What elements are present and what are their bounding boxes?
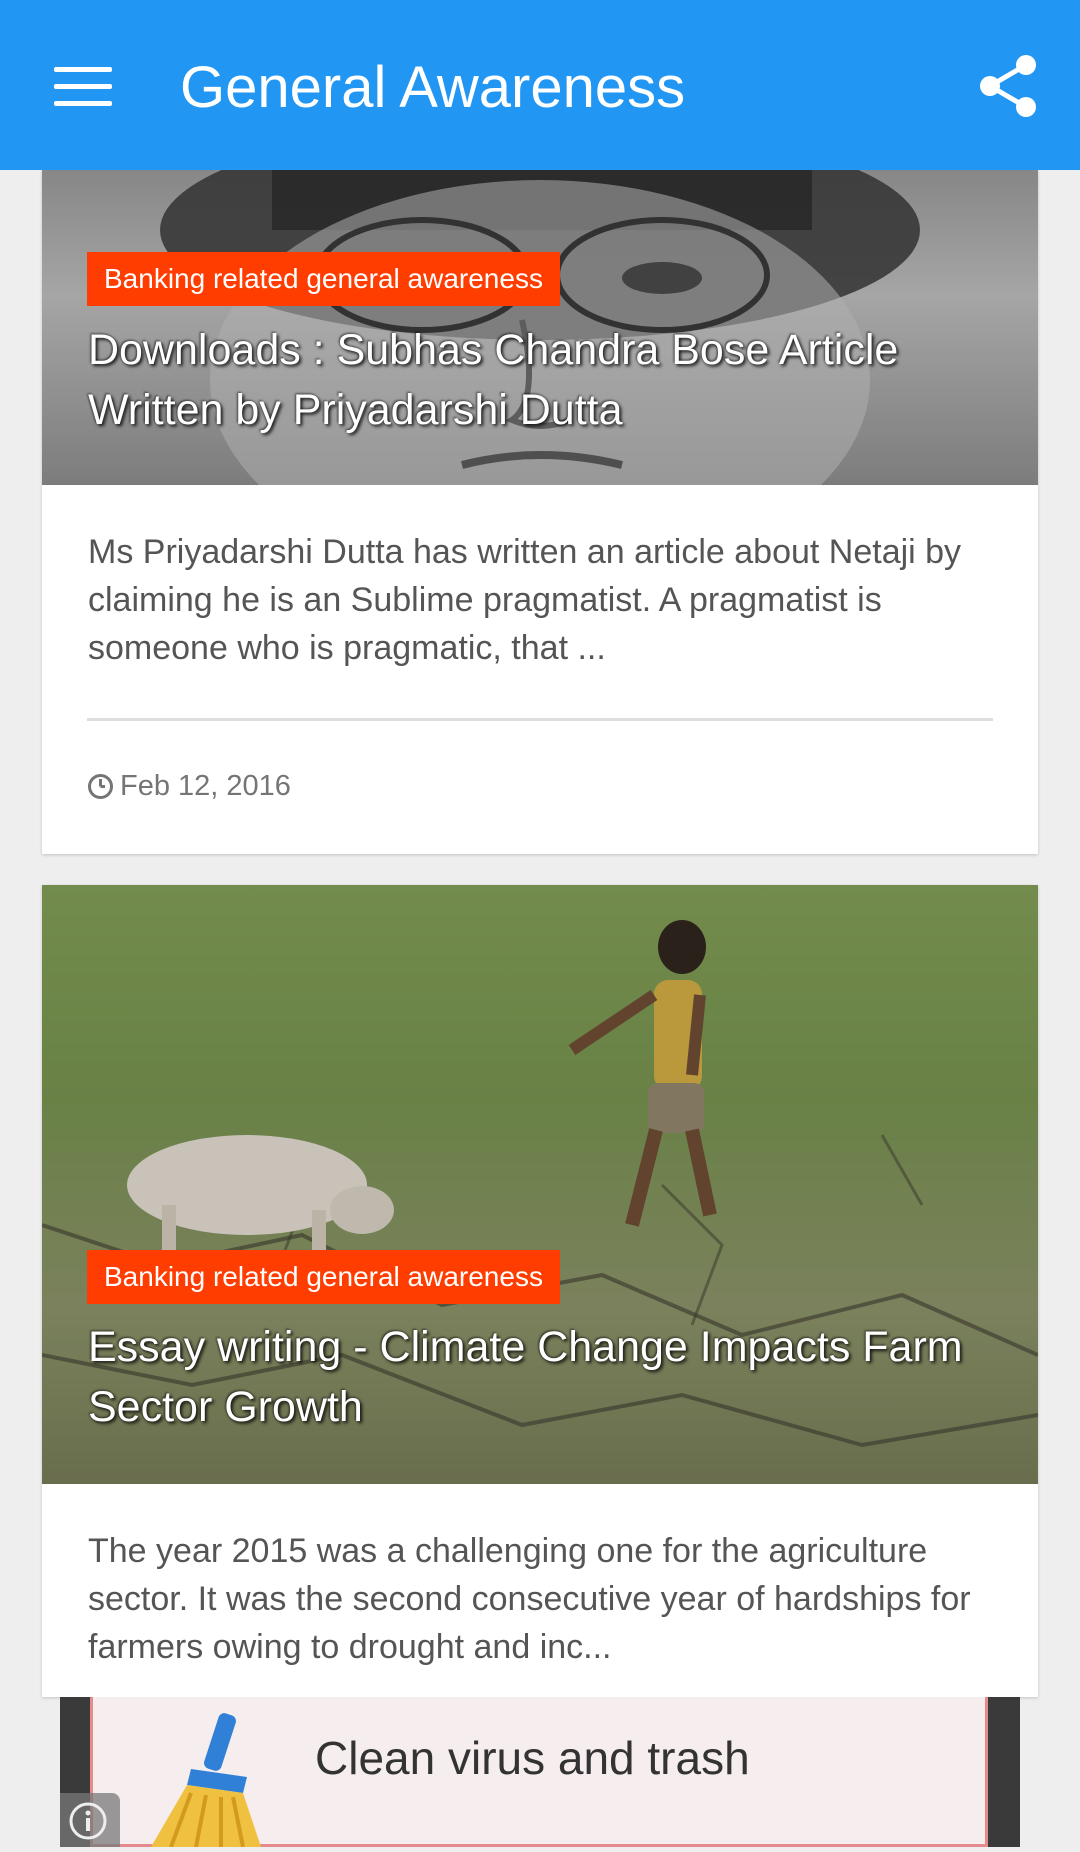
post-date: Feb 12, 2016 — [120, 769, 291, 802]
menu-icon[interactable] — [54, 64, 112, 108]
post-title[interactable]: Downloads : Subhas Chandra Bose Article … — [88, 320, 1008, 440]
category-badge[interactable]: Banking related general awareness — [87, 1250, 560, 1304]
post-thumbnail[interactable]: Banking related general awareness Downlo… — [42, 170, 1038, 485]
post-thumbnail[interactable]: Banking related general awareness Essay … — [42, 885, 1038, 1484]
post-excerpt: Ms Priyadarshi Dutta has written an arti… — [88, 533, 962, 667]
info-icon[interactable] — [60, 1793, 120, 1847]
clock-icon — [88, 773, 113, 799]
divider — [87, 718, 993, 721]
post-title[interactable]: Essay writing - Climate Change Impacts F… — [88, 1317, 1008, 1437]
post-card[interactable]: Banking related general awareness Essay … — [42, 885, 1038, 1697]
ad-content[interactable]: Clean virus and trash — [90, 1697, 988, 1847]
category-badge[interactable]: Banking related general awareness — [87, 252, 560, 306]
post-excerpt: The year 2015 was a challenging one for … — [88, 1532, 971, 1666]
app-title: General Awareness — [180, 55, 686, 120]
post-card[interactable]: Banking related general awareness Downlo… — [42, 170, 1038, 854]
post-date-row: Feb 12, 2016 — [87, 766, 291, 806]
app-bar: General Awareness — [0, 0, 1080, 170]
broom-icon — [151, 1713, 261, 1847]
banner-ad[interactable]: Clean virus and trash — [60, 1697, 1020, 1847]
ad-text: Clean virus and trash — [315, 1732, 750, 1784]
share-icon[interactable] — [978, 55, 1038, 117]
